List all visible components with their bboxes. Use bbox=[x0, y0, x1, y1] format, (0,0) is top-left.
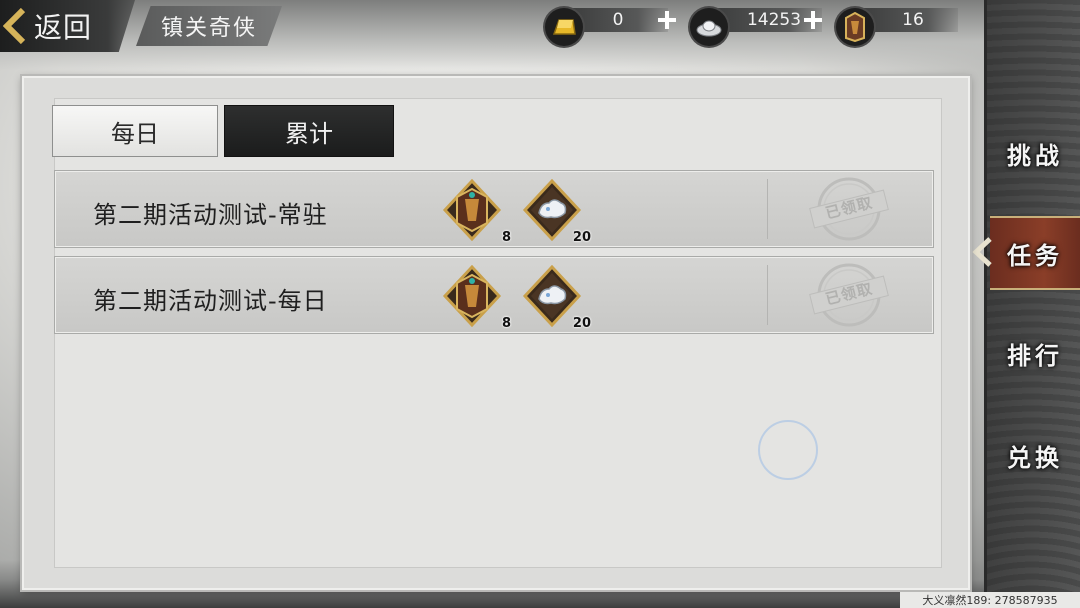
row-divider bbox=[767, 179, 768, 239]
gold-value: 0 bbox=[612, 10, 624, 30]
add-gold-button[interactable] bbox=[656, 9, 678, 31]
token-icon bbox=[442, 178, 502, 242]
side-nav-shade bbox=[984, 0, 1080, 608]
task-name: 第二期活动测试-每日 bbox=[93, 287, 328, 315]
token-icon bbox=[442, 264, 502, 328]
tab-daily-label: 每日 bbox=[111, 119, 159, 148]
task-row: 第二期活动测试-常驻 8 20 已领取 bbox=[54, 170, 934, 248]
gold-bar-icon bbox=[545, 8, 583, 46]
page-title: 镇关奇侠 bbox=[160, 16, 257, 41]
back-label: 返回 bbox=[34, 11, 93, 44]
nav-challenge[interactable]: 挑战 bbox=[990, 118, 1080, 188]
reward-item[interactable]: 20 bbox=[521, 178, 591, 245]
tab-cumulative-label: 累计 bbox=[285, 119, 333, 148]
silver-value: 14253 bbox=[746, 10, 802, 30]
watermark: 大义凛然189: 278587935 bbox=[900, 592, 1080, 608]
reward-count: 8 bbox=[501, 230, 511, 245]
silver-ingot-icon bbox=[690, 8, 728, 46]
tab-daily[interactable]: 每日 bbox=[52, 105, 218, 157]
add-silver-button[interactable] bbox=[802, 9, 824, 31]
active-nav-arrow-icon bbox=[972, 237, 994, 267]
claimed-stamp: 已领取 bbox=[807, 175, 891, 243]
nav-exchange-label: 兑换 bbox=[1007, 443, 1063, 472]
touch-indicator bbox=[758, 420, 818, 480]
watermark-text: 大义凛然189: 278587935 bbox=[922, 594, 1058, 607]
nav-ranking-label: 排行 bbox=[1007, 341, 1063, 370]
nav-challenge-label: 挑战 bbox=[1007, 141, 1063, 170]
task-name: 第二期活动测试-常驻 bbox=[93, 201, 328, 229]
nav-tasks-label: 任务 bbox=[1007, 241, 1063, 270]
token-value: 16 bbox=[902, 10, 924, 30]
reward-item[interactable]: 20 bbox=[521, 264, 591, 331]
reward-item[interactable]: 8 bbox=[441, 178, 511, 245]
reward-count: 20 bbox=[572, 230, 591, 245]
gold-amount: 0 bbox=[568, 8, 668, 32]
page-title-plate: 镇关奇侠 bbox=[136, 6, 282, 46]
task-row: 第二期活动测试-每日 8 20 已领取 bbox=[54, 256, 934, 334]
claimed-stamp: 已领取 bbox=[807, 261, 891, 329]
tab-cumulative[interactable]: 累计 bbox=[224, 105, 394, 157]
reward-item[interactable]: 8 bbox=[441, 264, 511, 331]
back-button[interactable]: 返回 bbox=[0, 0, 135, 52]
reward-count: 8 bbox=[501, 316, 511, 331]
reward-count: 20 bbox=[572, 316, 591, 331]
row-divider bbox=[767, 265, 768, 325]
token-icon bbox=[836, 8, 874, 46]
nav-ranking[interactable]: 排行 bbox=[990, 318, 1080, 388]
nav-exchange[interactable]: 兑换 bbox=[990, 420, 1080, 490]
nav-tasks[interactable]: 任务 bbox=[990, 216, 1080, 290]
chevron-left-icon bbox=[0, 0, 30, 52]
